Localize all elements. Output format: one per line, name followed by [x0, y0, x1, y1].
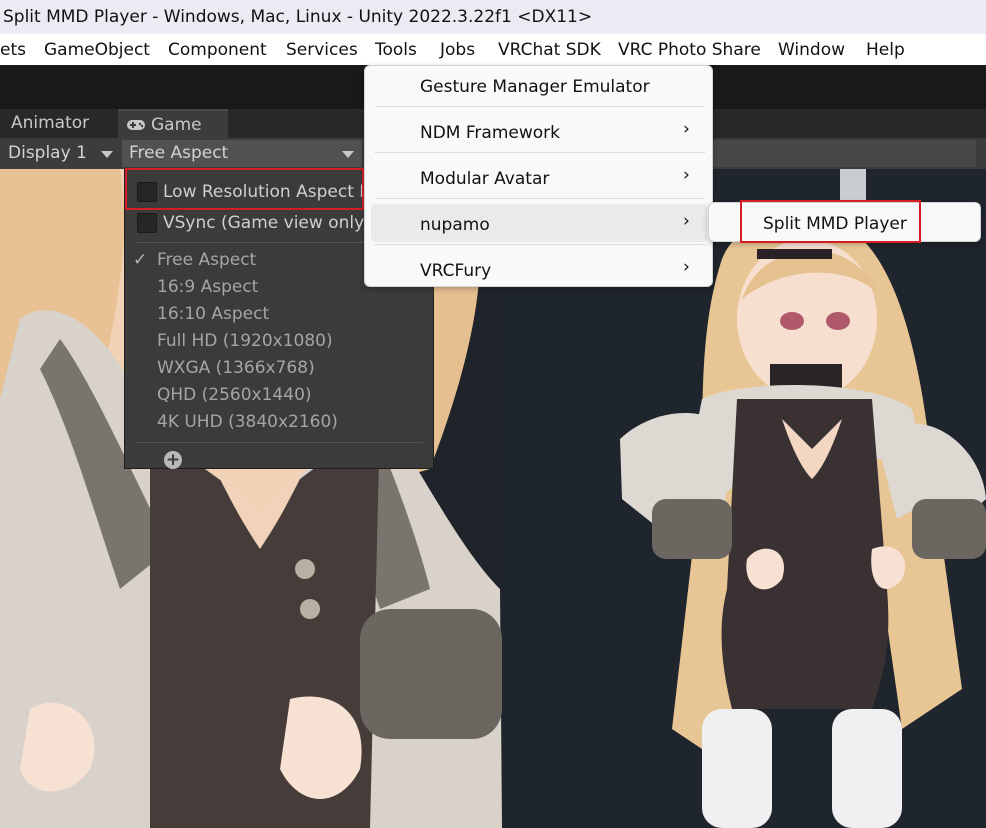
aspect-option-qhd[interactable]: QHD (2560x1440)	[157, 385, 312, 405]
aspect-option-full-hd[interactable]: Full HD (1920x1080)	[157, 331, 333, 351]
menu-tools[interactable]: Tools	[375, 40, 417, 60]
menu-divider	[375, 198, 705, 199]
menubar: ets GameObject Component Services Tools …	[0, 34, 986, 66]
menu-window[interactable]: Window	[778, 40, 845, 60]
menu-component[interactable]: Component	[168, 40, 267, 60]
window-title: Split MMD Player - Windows, Mac, Linux -…	[3, 7, 593, 27]
game-view-toolbar-controls	[712, 140, 976, 167]
tab-animator-label: Animator	[11, 113, 90, 133]
window-titlebar: Split MMD Player - Windows, Mac, Linux -…	[0, 0, 986, 34]
chevron-right-icon: ›	[683, 119, 690, 139]
aspect-option-free[interactable]: Free Aspect	[157, 250, 256, 270]
tab-game[interactable]: Game	[118, 109, 228, 138]
aspect-dropdown[interactable]: Free Aspect	[122, 140, 362, 167]
plus-circle-icon[interactable]: +	[164, 451, 182, 469]
menu-jobs[interactable]: Jobs	[440, 40, 475, 60]
menu-divider	[375, 244, 705, 245]
chevron-down-icon	[101, 151, 113, 158]
chevron-right-icon: ›	[683, 165, 690, 185]
aspect-dropdown-label: Free Aspect	[129, 143, 229, 163]
aspect-option-16-10[interactable]: 16:10 Aspect	[157, 304, 269, 324]
aspect-option-4k-uhd[interactable]: 4K UHD (3840x2160)	[157, 412, 338, 432]
tools-menu: Gesture Manager Emulator NDM Framework ›…	[364, 65, 713, 287]
tab-game-label: Game	[151, 115, 202, 135]
menu-divider	[375, 152, 705, 153]
aspect-option-16-9[interactable]: 16:9 Aspect	[157, 277, 258, 297]
menu-services[interactable]: Services	[286, 40, 358, 60]
menu-divider	[375, 106, 705, 107]
tools-menu-ndm-framework[interactable]: NDM Framework	[420, 123, 560, 143]
chevron-down-icon	[342, 151, 354, 158]
gamepad-icon	[127, 120, 145, 130]
display-dropdown[interactable]: Display 1	[0, 140, 121, 167]
tools-menu-modular-avatar[interactable]: Modular Avatar	[420, 169, 549, 189]
vsync-label[interactable]: VSync (Game view only)	[163, 213, 371, 233]
tools-menu-gesture-manager[interactable]: Gesture Manager Emulator	[420, 77, 650, 97]
checkmark-icon: ✓	[133, 250, 148, 270]
menu-divider	[135, 442, 423, 443]
highlight-box-low-resolution	[125, 168, 364, 210]
menu-gameobject[interactable]: GameObject	[44, 40, 150, 60]
tools-menu-vrcfury[interactable]: VRCFury	[420, 261, 491, 281]
tab-animator[interactable]: Animator	[0, 109, 115, 138]
menu-vrc-photo-share[interactable]: VRC Photo Share	[618, 40, 761, 60]
menu-vrchat-sdk[interactable]: VRChat SDK	[498, 40, 601, 60]
vsync-checkbox[interactable]	[137, 213, 157, 233]
menu-assets[interactable]: ets	[0, 40, 26, 60]
aspect-option-wxga[interactable]: WXGA (1366x768)	[157, 358, 315, 378]
chevron-right-icon: ›	[683, 211, 690, 231]
highlight-box-split-mmd-player	[740, 200, 921, 243]
menu-help[interactable]: Help	[866, 40, 905, 60]
display-dropdown-label: Display 1	[8, 143, 87, 163]
tools-menu-nupamo[interactable]: nupamo	[420, 215, 490, 235]
chevron-right-icon: ›	[683, 257, 690, 277]
